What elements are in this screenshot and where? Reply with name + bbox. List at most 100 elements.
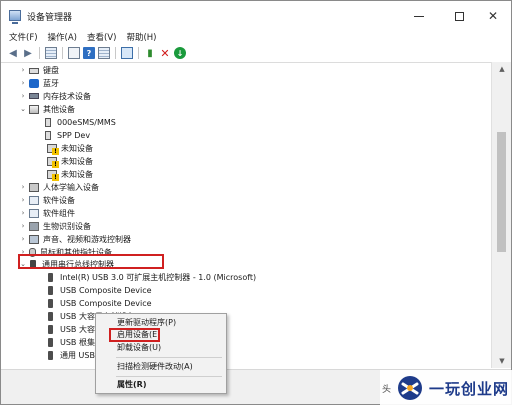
tree-leaf-usb-root-hub[interactable]: USB 根集 <box>45 336 95 349</box>
phone-device-icon <box>45 130 51 140</box>
tree-node-label: 000eSMS/MMS <box>57 117 116 127</box>
vertical-scrollbar[interactable]: ▲ ▼ <box>491 62 511 368</box>
device-tree: › 键盘 › 蓝牙 › 内存技术设备 ⌄ 其他设备 000eSMS/MMS SP… <box>1 62 491 368</box>
minimize-button[interactable] <box>401 1 437 31</box>
keyboard-icon <box>29 68 39 75</box>
show-grid-icon[interactable] <box>45 47 57 59</box>
unknown-device-warning-icon <box>47 143 59 155</box>
toolbar-separator <box>115 47 116 59</box>
tree-node-label: SPP Dev <box>57 130 91 140</box>
usb-plug-icon <box>48 285 53 295</box>
biometric-icon <box>29 221 39 231</box>
scrollbar-thumb[interactable] <box>497 132 506 252</box>
tree-node-label: USB Composite Device <box>60 298 152 308</box>
tree-node-label: 声音、视频和游戏控制器 <box>43 234 131 244</box>
tree-node-label: 通用 USB <box>60 350 95 360</box>
update-driver-icon[interactable]: ▮ <box>144 47 156 59</box>
watermark-logo-icon <box>398 376 423 400</box>
enable-device-highlight-box <box>109 328 160 342</box>
usb-plug-icon <box>48 298 53 308</box>
properties-icon[interactable] <box>68 47 80 59</box>
tree-node-bluetooth[interactable]: › 蓝牙 <box>19 77 59 90</box>
tree-node-biometric[interactable]: › 生物识别设备 <box>19 220 91 233</box>
tree-node-memory-tech[interactable]: › 内存技术设备 <box>19 90 91 103</box>
menu-view[interactable]: 查看(V) <box>82 31 121 45</box>
expand-chevron-icon[interactable]: › <box>19 92 27 100</box>
scroll-down-icon[interactable]: ▼ <box>492 354 512 368</box>
expand-chevron-icon[interactable]: › <box>19 209 27 217</box>
sound-icon <box>29 234 39 244</box>
menu-item-uninstall-device[interactable]: 卸载设备(U) <box>96 342 226 354</box>
menu-item-scan-hardware[interactable]: 扫描检测硬件改动(A) <box>96 361 226 373</box>
tree-node-label: 内存技术设备 <box>43 91 91 101</box>
tree-node-label: 其他设备 <box>43 104 75 114</box>
expand-chevron-icon[interactable]: › <box>19 66 27 74</box>
tree-node-label: 人体学输入设备 <box>43 182 99 192</box>
tree-leaf-unknown-device[interactable]: 未知设备 <box>45 155 93 168</box>
tree-leaf-usb-composite[interactable]: USB Composite Device <box>45 284 152 297</box>
expand-chevron-icon[interactable]: › <box>19 79 27 87</box>
watermark-text: 一玩创业网 <box>429 379 510 398</box>
tree-leaf-unknown-device[interactable]: 未知设备 <box>45 168 93 181</box>
bluetooth-icon <box>29 78 39 88</box>
tree-node-hid[interactable]: › 人体学输入设备 <box>19 181 99 194</box>
usb-plug-icon <box>48 272 53 282</box>
phone-device-icon <box>45 117 51 127</box>
toolbar-separator <box>138 47 139 59</box>
tree-node-label: 未知设备 <box>61 156 93 166</box>
tree-node-label: 未知设备 <box>61 143 93 153</box>
tree-node-software-components[interactable]: › 软件组件 <box>19 207 75 220</box>
expand-chevron-icon[interactable]: › <box>19 196 27 204</box>
menu-file[interactable]: 文件(F) <box>1 31 43 45</box>
tree-node-label: 生物识别设备 <box>43 221 91 231</box>
help-icon[interactable]: ? <box>83 47 95 59</box>
close-button[interactable]: ✕ <box>475 1 511 31</box>
device-view-icon[interactable] <box>98 47 110 59</box>
usb-plug-icon <box>48 337 53 347</box>
menu-separator <box>116 357 222 358</box>
scroll-up-icon[interactable]: ▲ <box>492 62 512 76</box>
tree-node-label: Intel(R) USB 3.0 可扩展主机控制器 - 1.0 (Microso… <box>60 272 257 282</box>
usb-plug-icon <box>48 311 53 321</box>
tree-node-software-devices[interactable]: › 软件设备 <box>19 194 75 207</box>
monitor-icon[interactable] <box>121 47 133 59</box>
menu-item-properties[interactable]: 属性(R) <box>96 379 226 391</box>
tree-leaf-sms-mms[interactable]: 000eSMS/MMS <box>41 116 116 129</box>
tree-node-other-devices[interactable]: ⌄ 其他设备 <box>19 103 75 116</box>
enable-device-icon[interactable]: ↓ <box>174 47 186 59</box>
tree-node-sound-video-game[interactable]: › 声音、视频和游戏控制器 <box>19 233 131 246</box>
close-icon: ✕ <box>487 9 499 23</box>
tree-node-label: USB 根集 <box>60 337 95 347</box>
expand-chevron-icon[interactable]: › <box>19 222 27 230</box>
maximize-button[interactable] <box>441 1 477 31</box>
tree-node-keyboard[interactable]: › 键盘 <box>19 64 59 77</box>
watermark-prefix: 头 <box>382 384 392 395</box>
hid-icon <box>29 182 39 192</box>
tree-node-label: 软件设备 <box>43 195 75 205</box>
tree-leaf-usb-composite[interactable]: USB Composite Device <box>45 297 152 310</box>
tree-leaf-unknown-device[interactable]: 未知设备 <box>45 142 93 155</box>
window-title: 设备管理器 <box>27 13 73 23</box>
tree-leaf-generic-usb-hub[interactable]: 通用 USB <box>45 349 95 362</box>
watermark: 头 一玩创业网 <box>380 370 512 405</box>
minimize-icon <box>414 15 424 17</box>
collapse-chevron-icon[interactable]: ⌄ <box>19 105 27 113</box>
expand-chevron-icon[interactable]: › <box>19 235 27 243</box>
software-component-icon <box>29 208 39 218</box>
back-arrow-icon[interactable]: ◀ <box>7 47 19 59</box>
forward-arrow-icon[interactable]: ▶ <box>22 47 34 59</box>
uninstall-x-icon[interactable]: ✕ <box>159 47 171 60</box>
menu-action[interactable]: 操作(A) <box>43 31 82 45</box>
tree-node-label: USB Composite Device <box>60 285 152 295</box>
menu-separator <box>116 376 222 377</box>
toolbar-separator <box>39 47 40 59</box>
tree-leaf-intel-usb3-host[interactable]: Intel(R) USB 3.0 可扩展主机控制器 - 1.0 (Microso… <box>45 271 256 284</box>
tree-node-label: 键盘 <box>43 65 59 75</box>
toolbar-separator <box>62 47 63 59</box>
menu-help[interactable]: 帮助(H) <box>121 31 161 45</box>
expand-chevron-icon[interactable]: › <box>19 183 27 191</box>
tree-node-label: USB 大容 <box>60 324 95 334</box>
tree-leaf-usb-mass-storage[interactable]: USB 大容 <box>45 323 95 336</box>
tree-node-label: 蓝牙 <box>43 78 59 88</box>
tree-leaf-spp-dev[interactable]: SPP Dev <box>41 129 90 142</box>
